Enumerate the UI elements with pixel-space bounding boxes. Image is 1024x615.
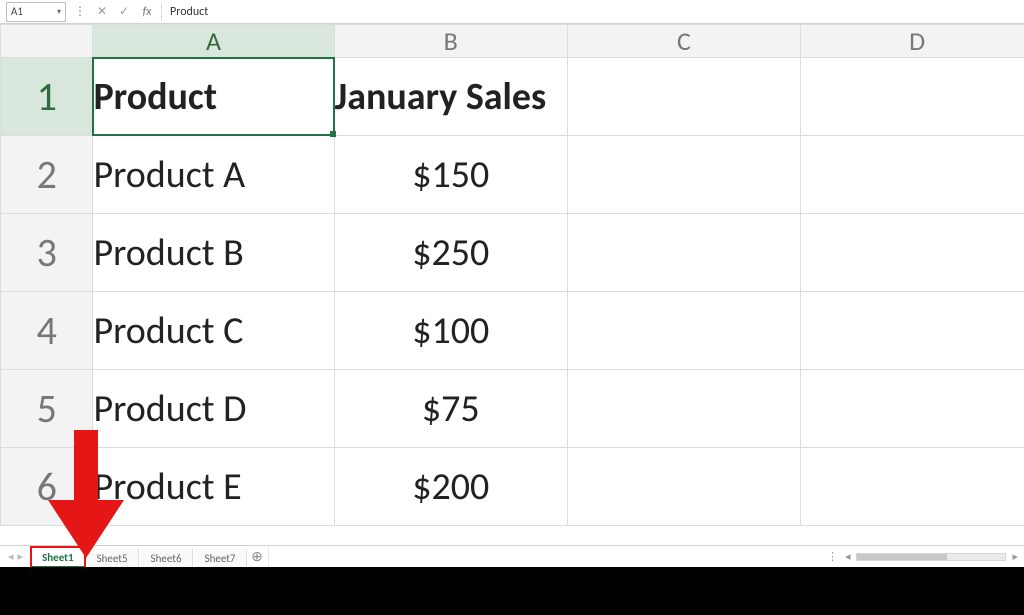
sheet-tab-sheet6[interactable]: Sheet6 <box>141 549 193 567</box>
cell-D6[interactable] <box>801 448 1024 526</box>
formula-bar: A1 ▾ ⋮ ✕ ✓ fx Product <box>0 0 1024 24</box>
row-header-3[interactable]: 3 <box>1 214 93 292</box>
cell-B2[interactable]: $150 <box>334 136 567 214</box>
cell-B1[interactable]: January Sales <box>334 58 567 136</box>
cell-A3[interactable]: Product B <box>93 214 334 292</box>
tab-nav-next-icon[interactable]: ▸ <box>18 550 24 563</box>
chevron-down-icon: ▾ <box>57 7 61 17</box>
cell-C1[interactable] <box>567 58 800 136</box>
cell-C3[interactable] <box>567 214 800 292</box>
cell-A4[interactable]: Product C <box>93 292 334 370</box>
formula-bar-options-icon[interactable]: ⋮ <box>70 4 91 19</box>
scroll-right-icon[interactable]: ▸ <box>1012 550 1018 563</box>
insert-function-button[interactable]: fx <box>135 5 159 19</box>
row-header-4[interactable]: 4 <box>1 292 93 370</box>
cell-A5[interactable]: Product D <box>93 370 334 448</box>
horizontal-scrollbar[interactable] <box>856 553 1006 561</box>
cell-C4[interactable] <box>567 292 800 370</box>
column-header-C[interactable]: C <box>567 25 800 58</box>
plus-circle-icon: ⊕ <box>251 548 263 565</box>
tab-split-handle-icon[interactable]: ⋮ <box>827 550 839 563</box>
cell-A1[interactable]: Product <box>93 58 334 136</box>
horizontal-scroll-area: ⋮ ◂ ▸ <box>821 546 1024 567</box>
scrollbar-thumb[interactable] <box>857 554 947 560</box>
row-header-2[interactable]: 2 <box>1 136 93 214</box>
cell-B6[interactable]: $200 <box>334 448 567 526</box>
row-header-6[interactable]: 6 <box>1 448 93 526</box>
bottom-black-bar <box>0 567 1024 615</box>
cell-D1[interactable] <box>801 58 1024 136</box>
cell-C2[interactable] <box>567 136 800 214</box>
cell-C6[interactable] <box>567 448 800 526</box>
cell-C5[interactable] <box>567 370 800 448</box>
divider <box>161 3 162 21</box>
sheet-tab-sheet1[interactable]: Sheet1 <box>31 547 85 568</box>
name-box[interactable]: A1 ▾ <box>6 2 66 22</box>
new-sheet-button[interactable]: ⊕ <box>247 546 269 567</box>
cell-D5[interactable] <box>801 370 1024 448</box>
fx-icon: fx <box>143 5 152 19</box>
cell-D4[interactable] <box>801 292 1024 370</box>
cell-B3[interactable]: $250 <box>334 214 567 292</box>
tab-nav-prev-icon[interactable]: ◂ <box>8 550 14 563</box>
column-header-A[interactable]: A <box>93 25 334 58</box>
column-header-B[interactable]: B <box>334 25 567 58</box>
cell-B4[interactable]: $100 <box>334 292 567 370</box>
scroll-left-icon[interactable]: ◂ <box>845 550 851 563</box>
cell-A6[interactable]: Product E <box>93 448 334 526</box>
tab-nav: ◂ ▸ <box>0 546 31 567</box>
enter-button[interactable]: ✓ <box>113 2 135 22</box>
sheet-tabs-strip: ◂ ▸ Sheet1 Sheet5 Sheet6 Sheet7 ⊕ ⋮ ◂ ▸ <box>0 545 1024 567</box>
sheet-tabs: Sheet1 Sheet5 Sheet6 Sheet7 <box>31 546 246 567</box>
cell-value: Product <box>93 74 217 120</box>
cancel-icon: ✕ <box>97 4 107 19</box>
row-header-1[interactable]: 1 <box>1 58 93 136</box>
cell-A2[interactable]: Product A <box>93 136 334 214</box>
column-header-D[interactable]: D <box>801 25 1024 58</box>
cancel-button[interactable]: ✕ <box>91 2 113 22</box>
row-header-5[interactable]: 5 <box>1 370 93 448</box>
cell-B5[interactable]: $75 <box>334 370 567 448</box>
sheet-tab-sheet7[interactable]: Sheet7 <box>195 549 247 567</box>
select-all-corner[interactable] <box>1 25 93 58</box>
sheet-tab-sheet5[interactable]: Sheet5 <box>87 549 139 567</box>
check-icon: ✓ <box>119 4 129 19</box>
cell-D3[interactable] <box>801 214 1024 292</box>
name-box-value: A1 <box>11 5 23 18</box>
formula-bar-input[interactable]: Product <box>164 5 1024 19</box>
cell-D2[interactable] <box>801 136 1024 214</box>
spreadsheet-grid[interactable]: A B C D 1 Product January Sales 2 <box>0 24 1024 551</box>
